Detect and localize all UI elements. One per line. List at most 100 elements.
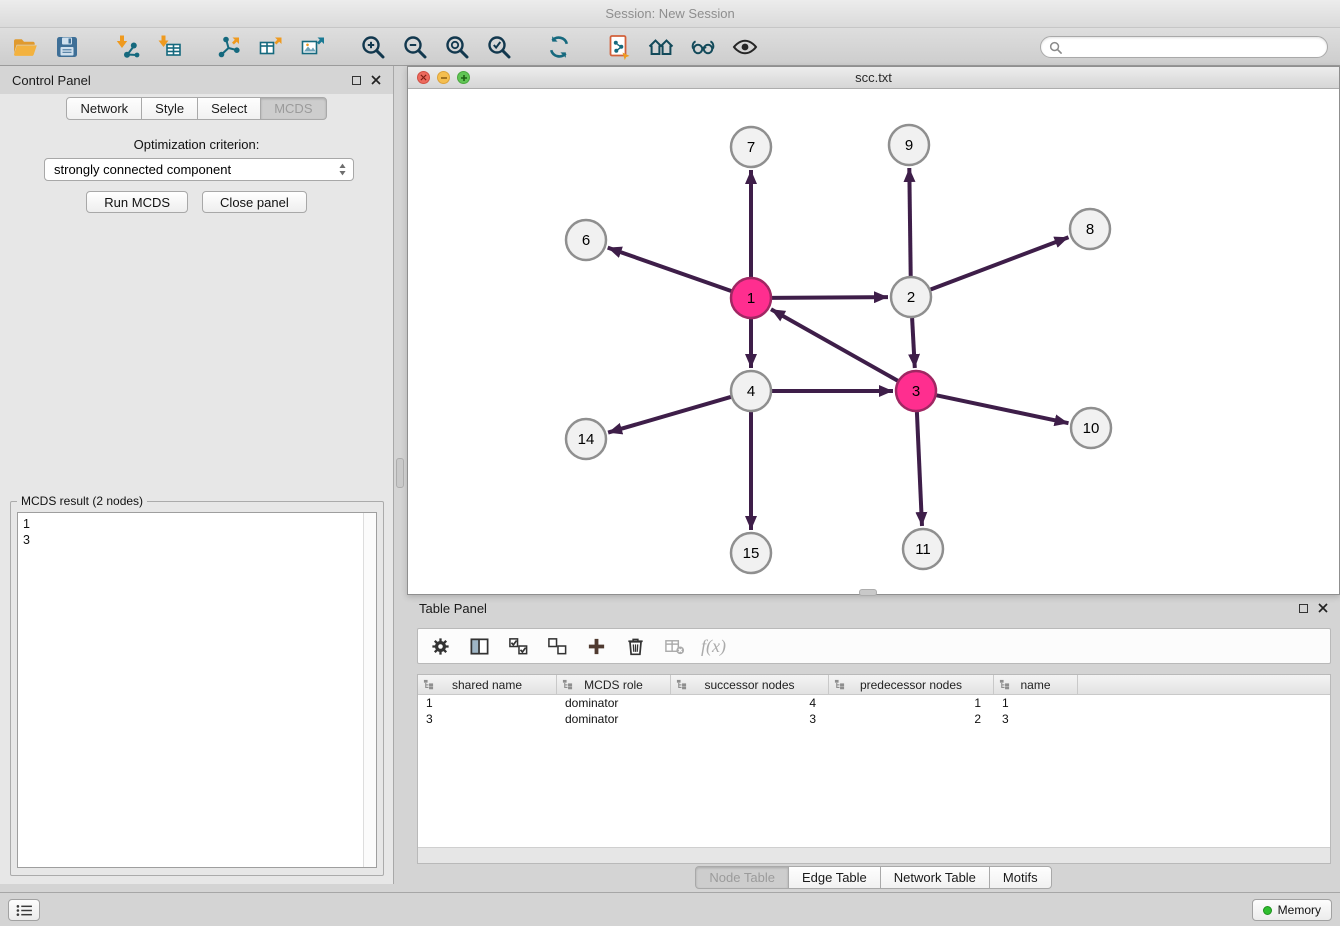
- control-panel-close-button[interactable]: [371, 75, 381, 85]
- zoom-out-button[interactable]: [398, 32, 432, 62]
- column-header-shared-name[interactable]: shared name: [418, 675, 557, 694]
- network-canvas[interactable]: 7 9 6 8 1 2 4 3 14 10 15 11: [408, 89, 1339, 593]
- minimize-window-button[interactable]: [437, 71, 450, 84]
- search-field[interactable]: [1040, 36, 1328, 58]
- table-cell[interactable]: 1: [829, 695, 994, 711]
- table-row[interactable]: 1dominator411: [418, 695, 1330, 711]
- zoom-fit-button[interactable]: [440, 32, 474, 62]
- memory-button[interactable]: Memory: [1252, 899, 1332, 921]
- table-row[interactable]: 3dominator323: [418, 711, 1330, 727]
- control-tab-style[interactable]: Style: [141, 97, 198, 120]
- control-tab-mcds[interactable]: MCDS: [260, 97, 326, 120]
- graph-edge-2-3[interactable]: [912, 318, 915, 368]
- graph-node-10[interactable]: 10: [1071, 408, 1111, 448]
- graph-node-1[interactable]: 1: [731, 278, 771, 318]
- add-row-button[interactable]: [584, 634, 608, 658]
- graph-edge-3-11[interactable]: [917, 412, 922, 526]
- table-cell[interactable]: 1: [418, 695, 557, 711]
- table-cell[interactable]: 3: [671, 711, 829, 727]
- table-toolbar: f(x): [417, 628, 1331, 664]
- column-sort-icon: [676, 679, 687, 690]
- import-table-button[interactable]: [152, 32, 186, 62]
- panel-splitter-grip[interactable]: [396, 458, 404, 488]
- graph-node-label: 9: [905, 137, 913, 154]
- doc-share-button[interactable]: [602, 32, 636, 62]
- save-button[interactable]: [50, 32, 84, 62]
- table-cell[interactable]: 4: [671, 695, 829, 711]
- table-panel-float-button[interactable]: [1299, 604, 1308, 613]
- graph-edge-1-2[interactable]: [772, 297, 888, 298]
- panels-menu-button[interactable]: [8, 899, 40, 921]
- table-tab-node-table[interactable]: Node Table: [695, 866, 789, 889]
- table-horizontal-scrollbar[interactable]: [418, 847, 1330, 863]
- zoom-selected-icon: [486, 34, 512, 60]
- control-panel-header: Control Panel: [0, 66, 393, 94]
- column-header-name[interactable]: name: [994, 675, 1078, 694]
- delete-row-button[interactable]: [623, 634, 647, 658]
- column-sort-icon: [562, 679, 573, 690]
- control-panel-float-button[interactable]: [352, 76, 361, 85]
- function-builder-button[interactable]: f(x): [701, 636, 726, 657]
- close-panel-button[interactable]: Close panel: [202, 191, 307, 213]
- table-cell[interactable]: 1: [994, 695, 1078, 711]
- graph-node-11[interactable]: 11: [903, 529, 943, 569]
- horizontal-splitter-grip[interactable]: [859, 589, 877, 596]
- import-network-button[interactable]: [110, 32, 144, 62]
- zoom-selected-button[interactable]: [482, 32, 516, 62]
- graph-edge-2-9[interactable]: [909, 168, 910, 276]
- columns-button[interactable]: [467, 634, 491, 658]
- close-icon: [371, 75, 381, 85]
- column-header-successor-nodes[interactable]: successor nodes: [671, 675, 829, 694]
- graph-node-14[interactable]: 14: [566, 419, 606, 459]
- doc-share-icon: [606, 34, 632, 60]
- zoom-in-button[interactable]: [356, 32, 390, 62]
- export-table-button[interactable]: [254, 32, 288, 62]
- neighbors-button[interactable]: [644, 32, 678, 62]
- apply-layout-button[interactable]: [542, 32, 576, 62]
- graph-node-3[interactable]: 3: [896, 371, 936, 411]
- table-panel-header: Table Panel: [407, 597, 1340, 619]
- graph-node-8[interactable]: 8: [1070, 209, 1110, 249]
- delete-table-button[interactable]: [662, 634, 686, 658]
- mcds-result-list[interactable]: 13: [17, 512, 377, 868]
- column-header-label: name: [1020, 678, 1050, 692]
- graph-node-7[interactable]: 7: [731, 127, 771, 167]
- show-details-button[interactable]: [728, 32, 762, 62]
- column-header-MCDS-role[interactable]: MCDS role: [557, 675, 671, 694]
- gear-button[interactable]: [428, 634, 452, 658]
- table-tab-network-table[interactable]: Network Table: [880, 866, 990, 889]
- result-scrollbar[interactable]: [363, 513, 376, 867]
- column-header-predecessor-nodes[interactable]: predecessor nodes: [829, 675, 994, 694]
- open-button[interactable]: [8, 32, 42, 62]
- table-tab-edge-table[interactable]: Edge Table: [788, 866, 881, 889]
- table-cell[interactable]: dominator: [557, 711, 671, 727]
- table-cell[interactable]: 3: [418, 711, 557, 727]
- table-cell[interactable]: 3: [994, 711, 1078, 727]
- graph-node-9[interactable]: 9: [889, 125, 929, 165]
- control-tab-network[interactable]: Network: [66, 97, 142, 120]
- search-input[interactable]: [1067, 40, 1319, 55]
- graph-node-15[interactable]: 15: [731, 533, 771, 573]
- glasses-button[interactable]: [686, 32, 720, 62]
- table-cell[interactable]: dominator: [557, 695, 671, 711]
- graph-edge-1-6[interactable]: [608, 248, 732, 291]
- close-window-button[interactable]: [417, 71, 430, 84]
- graph-edge-4-14[interactable]: [608, 397, 731, 433]
- table-panel-close-button[interactable]: [1318, 603, 1328, 613]
- table-cell[interactable]: 2: [829, 711, 994, 727]
- unselect-all-button[interactable]: [545, 634, 569, 658]
- graph-edge-2-8[interactable]: [931, 237, 1069, 289]
- graph-node-4[interactable]: 4: [731, 371, 771, 411]
- graph-edge-3-10[interactable]: [937, 395, 1069, 423]
- export-network-button[interactable]: [212, 32, 246, 62]
- control-tab-select[interactable]: Select: [197, 97, 261, 120]
- graph-node-6[interactable]: 6: [566, 220, 606, 260]
- export-image-button[interactable]: [296, 32, 330, 62]
- table-tab-motifs[interactable]: Motifs: [989, 866, 1052, 889]
- criterion-dropdown[interactable]: strongly connected component: [44, 158, 354, 181]
- select-all-button[interactable]: [506, 634, 530, 658]
- zoom-window-button[interactable]: [457, 71, 470, 84]
- graph-node-2[interactable]: 2: [891, 277, 931, 317]
- graph-edge-3-1[interactable]: [771, 309, 898, 380]
- run-mcds-button[interactable]: Run MCDS: [86, 191, 188, 213]
